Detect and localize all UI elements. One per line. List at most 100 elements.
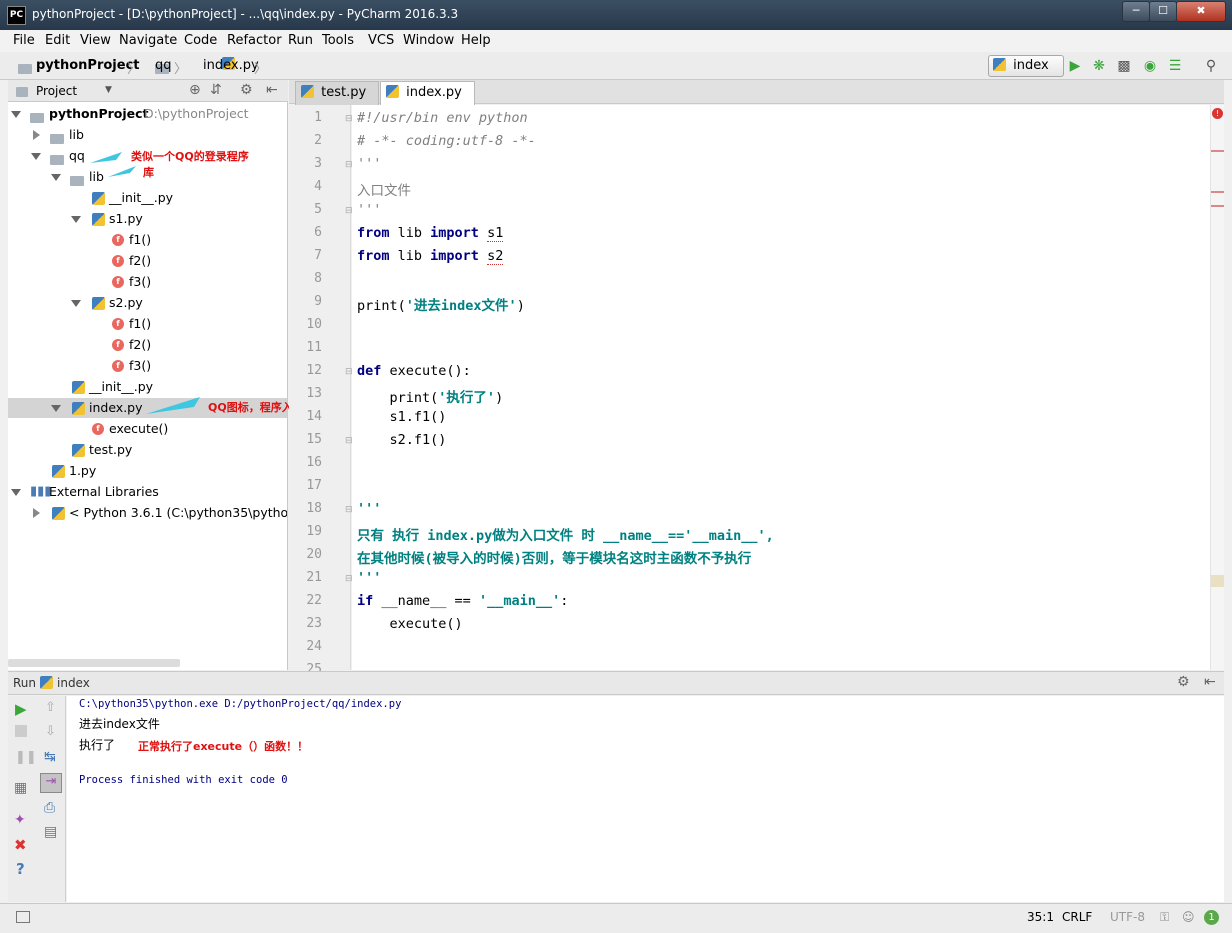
code-line: print('进去index文件') [357,294,525,314]
annotation-console: 正常执行了execute（）函数！！ [138,740,309,753]
help-icon[interactable]: ? [16,860,25,878]
code-keyword: def [357,363,382,379]
file-encoding[interactable]: UTF-8 [1110,910,1145,924]
menu-help[interactable]: Help [461,33,491,48]
code-line: # -*- coding:utf-8 -*- [357,133,536,149]
tab-index-py[interactable]: index.py ✕ [380,81,475,121]
scroll-to-end-icon[interactable]: ⇥ [40,773,62,793]
code-line: 只有 执行 index.py做为入口文件 时 __name__=='__main… [357,528,774,544]
line-number: 12 [306,363,322,378]
line-number: 11 [306,340,322,355]
line-number: 7 [314,248,322,263]
line-number-gutter: 1 2 3 4 5 6 7 8 9 10 11 12 13 14 15 16 1… [289,105,353,677]
annotation-qq: 类似一个QQ的登录程序 [131,150,249,163]
code-text: print( [389,390,439,406]
code-line: s1.f1() [357,409,447,425]
lock-icon[interactable]: ⚿ [1160,910,1169,925]
status-bar: 35:1 CRLF UTF-8 ⚿ ☺ 1 [0,903,1232,933]
menu-window[interactable]: Window [403,33,454,48]
error-marker[interactable] [1211,191,1224,193]
minimize-button[interactable]: ─ [1122,1,1150,22]
line-number: 24 [306,639,322,654]
code-text: ) [495,390,504,406]
pin-icon[interactable]: ✦ [14,812,26,828]
code-keyword: from [357,225,390,241]
close-button[interactable]: ✖ [1176,1,1226,22]
code-keyword: import [430,248,479,264]
code-string: '__main__' [478,593,561,609]
line-number: 16 [306,455,322,470]
code-line: from lib import s2 [357,248,504,265]
python-file-icon [72,444,85,457]
coverage-icon[interactable]: ▩ [1116,58,1132,74]
caret-position[interactable]: 35:1 [1027,910,1054,924]
function-icon: f [92,423,104,435]
python-file-icon [386,85,399,98]
code-line: ''' [357,570,382,586]
event-log-badge[interactable]: 1 [1204,910,1219,925]
tree-item-python-sdk[interactable]: < Python 3.6.1 (C:\python35\python.ex [8,503,287,523]
python-file-icon [993,58,1006,71]
close-icon[interactable]: ✖ [14,836,27,854]
run-config-tab[interactable]: index [57,676,90,690]
inspector-icon[interactable]: ☺ [1182,910,1195,924]
console-command: C:\python35\python.exe D:/pythonProject/… [79,698,402,710]
maximize-button[interactable]: ☐ [1149,1,1177,22]
console-exit: Process finished with exit code 0 [79,774,288,786]
collapse-arrow-icon[interactable] [33,508,40,518]
code-keyword: import [430,225,479,241]
error-marker[interactable] [1211,205,1224,207]
run-icon[interactable]: ▶ [1067,58,1083,74]
tree-item-label: test.py [89,442,133,457]
expand-arrow-icon[interactable] [11,489,21,496]
trash-icon[interactable]: ▤ [44,824,57,840]
code-line: ''' [357,156,382,172]
run-config-selector[interactable]: index ▼ [988,55,1064,90]
rerun-icon[interactable]: ▶ [15,700,27,718]
annotation-arrow [90,152,122,163]
code-line: if __name__ == '__main__': [357,593,568,609]
layout-icon[interactable]: ▦ [14,780,27,796]
debug-icon[interactable]: ❋ [1091,58,1107,74]
arrow-up-icon[interactable]: ⇧ [45,700,56,715]
tasks-icon[interactable]: ☰ [1167,58,1183,74]
menu-vcs[interactable]: VCS [368,33,394,48]
error-marker[interactable] [1211,150,1224,152]
code-editor[interactable]: #!/usr/bin env python # -*- coding:utf-8… [352,105,1210,670]
code-text: s1 [487,225,504,242]
pause-icon[interactable]: ❚❚ [15,750,37,765]
tree-item-execute[interactable]: f execute() [8,419,287,439]
code-line: ''' [357,202,382,218]
line-number: 18 [306,501,322,516]
soft-wrap-icon[interactable]: ↹ [44,749,56,765]
run-console[interactable]: C:\python35\python.exe D:/pythonProject/… [67,696,1224,902]
code-line: 入口文件 [357,183,411,199]
line-separator[interactable]: CRLF [1062,910,1092,924]
tree-item-1py[interactable]: 1.py [8,461,287,481]
arrow-down-icon[interactable]: ⇩ [45,724,56,739]
hide-panel-icon[interactable]: ⇤ [1204,674,1216,690]
python-file-icon [52,465,65,478]
scroll-thumb[interactable] [1211,575,1224,587]
code-text: : [560,593,569,609]
run-config-label: index [1013,58,1049,73]
tool-windows-icon[interactable] [16,911,30,923]
tab-label: index.py [406,85,462,100]
menu-tools[interactable]: Tools [322,33,354,48]
gear-icon[interactable]: ⚙ [1177,674,1190,690]
run-toolbar: ▶ ⇧ ⇩ ❚❚ ↹ ▦ ⇥ ⎙ ✦ ▤ ✖ ? [8,696,66,902]
tree-item-external-libraries[interactable]: ▮▮▮ External Libraries [8,482,287,502]
code-line: def execute(): [357,363,471,379]
profile-icon[interactable]: ◉ [1142,58,1158,74]
error-indicator-icon[interactable]: ! [1212,108,1223,119]
print-icon[interactable]: ⎙ [44,800,55,816]
search-icon[interactable]: ⚲ [1203,58,1219,74]
code-line: #!/usr/bin env python [357,110,528,126]
error-stripe[interactable]: ! [1210,105,1224,670]
stop-icon[interactable] [15,725,27,737]
code-line: from lib import s1 [357,225,504,242]
horizontal-scrollbar[interactable] [8,659,180,667]
console-output: 执行了 [79,738,116,752]
tree-item-test[interactable]: test.py [8,440,287,460]
tab-test-py[interactable]: test.py ✕ [295,81,379,121]
